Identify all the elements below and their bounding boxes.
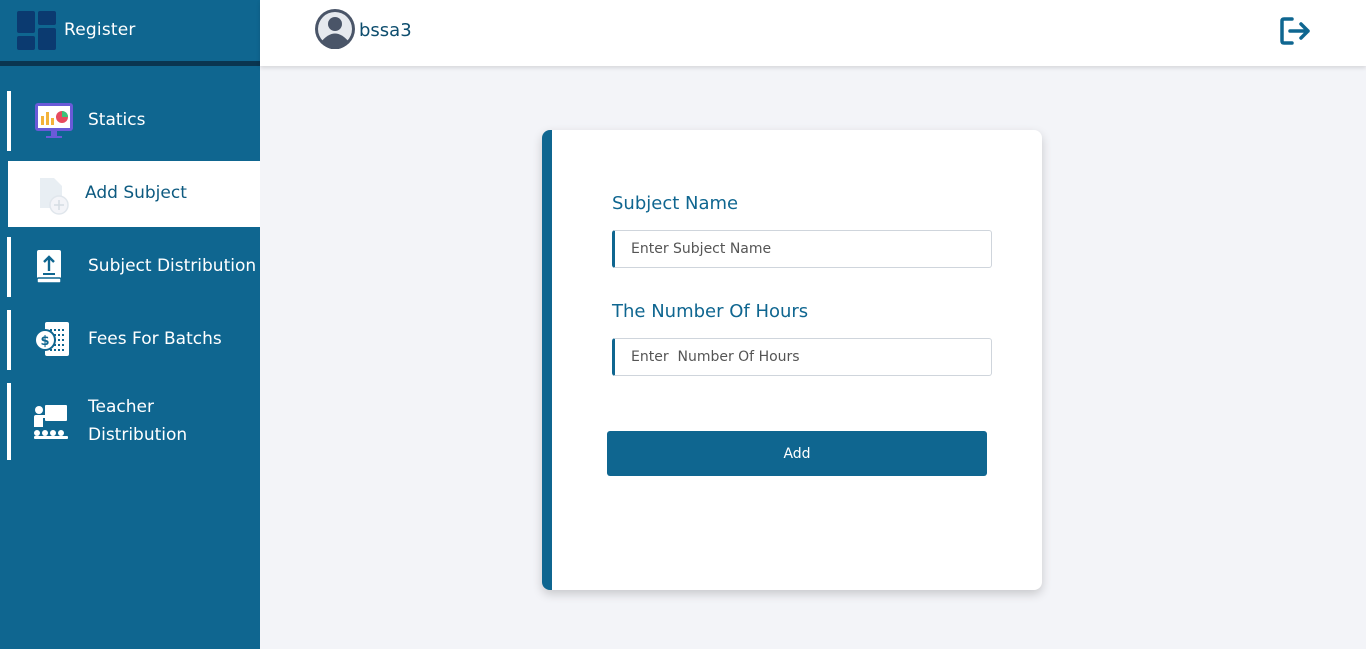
sidebar-item-teacher-distribution[interactable]: Teacher Distribution <box>7 383 260 460</box>
sidebar-item-label-line2: Distribution <box>88 425 188 445</box>
sidebar-item-label: Subject Distribution <box>88 256 257 276</box>
sidebar-item-label: Statics <box>88 110 146 130</box>
sidebar-item-label: Add Subject <box>85 183 187 203</box>
sidebar-item-add-subject[interactable]: Add Subject <box>4 161 260 227</box>
book-upload-icon <box>36 250 62 284</box>
user-avatar-icon[interactable] <box>315 9 355 49</box>
logout-icon[interactable] <box>1278 15 1314 47</box>
sidebar-item-statics[interactable]: Statics <box>7 91 260 151</box>
fees-invoice-icon: $ <box>34 322 69 356</box>
sidebar-item-fees-for-batchs[interactable]: $ Fees For Batchs <box>7 310 260 370</box>
sidebar: Register Statics Add Subject Subject Dis… <box>0 0 260 649</box>
teacher-board-icon <box>34 405 68 439</box>
add-subject-form-card: Subject Name The Number Of Hours Add <box>542 130 1042 590</box>
add-button[interactable]: Add <box>607 431 987 476</box>
username: bssa3 <box>359 20 412 41</box>
brand-title: Register <box>64 20 136 40</box>
brand-divider <box>0 61 260 66</box>
add-document-icon <box>40 178 69 215</box>
topbar: bssa3 <box>260 0 1366 66</box>
hours-label: The Number Of Hours <box>612 301 809 322</box>
brand: Register <box>0 0 260 61</box>
sidebar-item-label-line1: Teacher <box>88 397 154 417</box>
svg-text:$: $ <box>40 334 49 349</box>
sidebar-item-subject-distribution[interactable]: Subject Distribution <box>7 237 260 297</box>
subject-name-label: Subject Name <box>612 193 739 214</box>
dashboard-logo-icon <box>17 11 56 50</box>
hours-input[interactable] <box>612 338 992 376</box>
sidebar-item-label: Fees For Batchs <box>88 329 222 349</box>
subject-name-input[interactable] <box>612 230 992 268</box>
statistics-icon <box>35 103 73 138</box>
